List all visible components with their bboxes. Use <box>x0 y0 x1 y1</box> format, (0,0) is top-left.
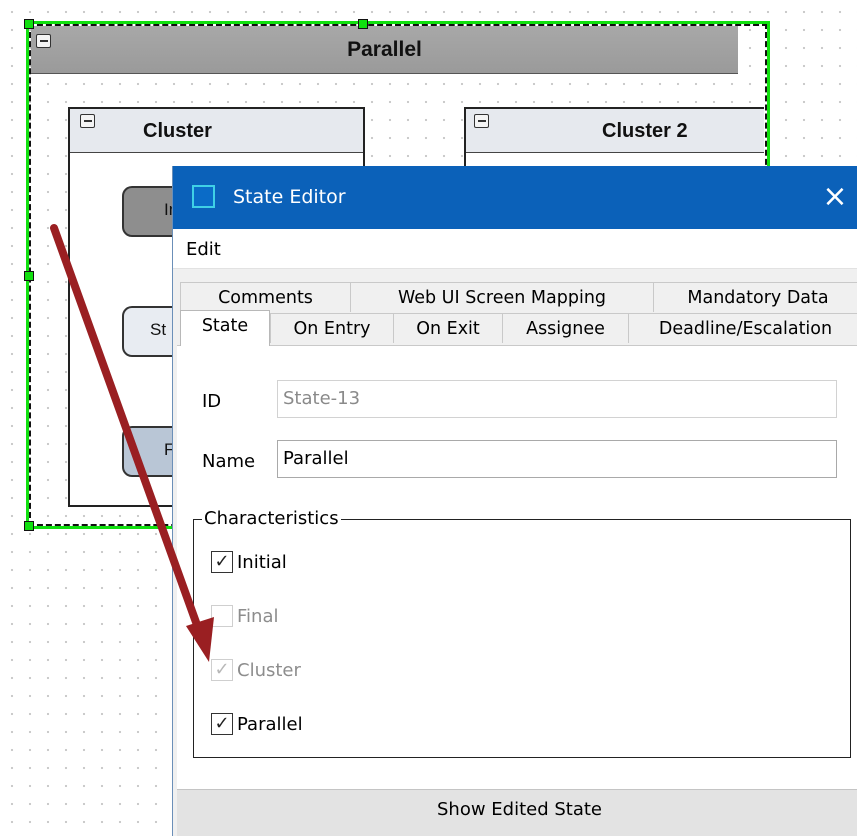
cluster-header[interactable]: Cluster <box>70 109 363 153</box>
initial-checkbox-label: Initial <box>237 551 287 573</box>
window-icon <box>192 185 215 208</box>
cluster-2-collapse-icon[interactable] <box>474 114 489 128</box>
id-field: State-13 <box>277 380 837 418</box>
tab-state[interactable]: State <box>180 310 270 346</box>
resize-handle-top-left[interactable] <box>24 19 34 29</box>
state-node-label: St <box>150 320 167 339</box>
parallel-state-title: Parallel <box>347 38 422 61</box>
final-checkbox <box>211 605 233 627</box>
window-title: State Editor <box>233 186 346 208</box>
state-editor-window: State Editor × Edit Comments Web UI Scre… <box>172 166 857 836</box>
parallel-checkbox-row[interactable]: ✓ Parallel <box>211 713 303 735</box>
initial-checkbox-row[interactable]: ✓ Initial <box>211 551 287 573</box>
characteristics-legend: Characteristics <box>202 508 341 529</box>
characteristics-group: Characteristics ✓ Initial Final ✓ Cluste… <box>193 508 851 758</box>
close-icon[interactable]: × <box>820 179 850 215</box>
parallel-state-header[interactable]: Parallel <box>31 26 738 74</box>
cluster-2-header[interactable]: Cluster 2 <box>466 109 764 153</box>
cluster-2-title: Cluster 2 <box>602 120 688 142</box>
tab-deadline-escalation[interactable]: Deadline/Escalation <box>628 313 857 343</box>
tab-on-exit[interactable]: On Exit <box>393 313 503 343</box>
cluster-checkbox-label: Cluster <box>237 659 301 681</box>
show-edited-state-button[interactable]: Show Edited State <box>177 789 857 836</box>
resize-handle-bottom-left[interactable] <box>24 521 34 531</box>
name-field[interactable]: Parallel <box>277 440 837 478</box>
tab-on-entry[interactable]: On Entry <box>270 313 394 343</box>
resize-handle-middle-left[interactable] <box>24 271 34 281</box>
cluster-checkbox: ✓ <box>211 659 233 681</box>
tab-assignee[interactable]: Assignee <box>502 313 629 343</box>
title-bar[interactable]: State Editor × <box>173 166 857 229</box>
cluster-title: Cluster <box>143 120 212 142</box>
cluster-checkbox-row: ✓ Cluster <box>211 659 301 681</box>
id-label: ID <box>202 391 222 412</box>
parallel-checkbox-label: Parallel <box>237 713 303 735</box>
cluster-collapse-icon[interactable] <box>80 114 95 128</box>
menu-bar: Edit <box>173 229 857 269</box>
resize-handle-top-middle[interactable] <box>358 19 368 29</box>
tab-mandatory-data[interactable]: Mandatory Data <box>653 282 857 312</box>
name-label: Name <box>202 451 256 472</box>
parallel-collapse-icon[interactable] <box>36 34 51 48</box>
tab-web-ui-screen-mapping[interactable]: Web UI Screen Mapping <box>350 282 654 312</box>
initial-checkbox[interactable]: ✓ <box>211 551 233 573</box>
parallel-checkbox[interactable]: ✓ <box>211 713 233 735</box>
final-checkbox-row: Final <box>211 605 278 627</box>
tab-comments[interactable]: Comments <box>180 282 351 312</box>
final-checkbox-label: Final <box>237 605 279 627</box>
menu-edit[interactable]: Edit <box>186 239 221 260</box>
